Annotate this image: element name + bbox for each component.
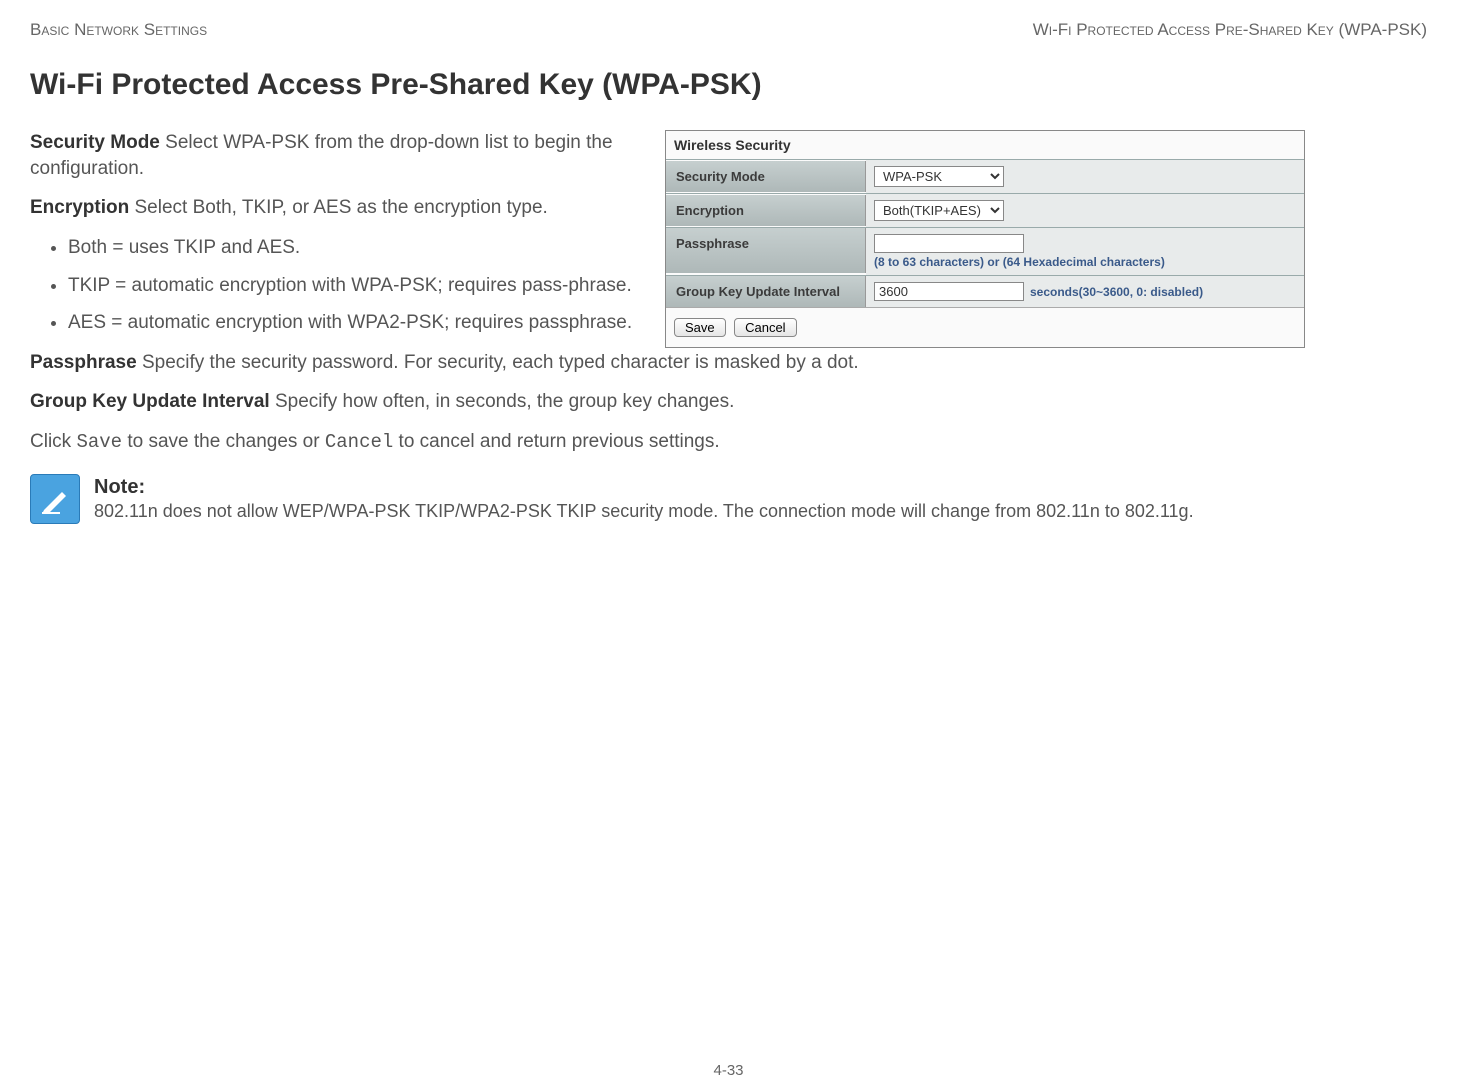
note-label: Note: <box>94 474 1194 500</box>
screenshot-title: Wireless Security <box>666 131 1304 159</box>
click-save-mid: to save the changes or <box>122 431 325 452</box>
encryption-list: Both = uses TKIP and AES. TKIP = automat… <box>68 235 645 336</box>
passphrase-text: Specify the security password. For secur… <box>137 352 859 373</box>
passphrase-para: Passphrase Specify the security password… <box>30 350 1427 376</box>
note-icon <box>30 474 80 524</box>
ss-label-security-mode: Security Mode <box>666 161 866 192</box>
ss-label-group-key: Group Key Update Interval <box>666 276 866 307</box>
wireless-security-screenshot: Wireless Security Security Mode WPA-PSK … <box>665 130 1305 348</box>
group-key-para: Group Key Update Interval Specify how of… <box>30 389 1427 415</box>
ss-row-encryption: Encryption Both(TKIP+AES) <box>666 193 1304 227</box>
encryption-text: Select Both, TKIP, or AES as the encrypt… <box>129 197 548 218</box>
passphrase-label: Passphrase <box>30 352 137 373</box>
passphrase-hint: (8 to 63 characters) or (64 Hexadecimal … <box>874 255 1165 269</box>
list-item: TKIP = automatic encryption with WPA-PSK… <box>68 273 645 299</box>
ss-label-passphrase: Passphrase <box>666 228 866 273</box>
note-content: Note: 802.11n does not allow WEP/WPA-PSK… <box>94 474 1194 523</box>
cancel-button[interactable]: Cancel <box>734 318 796 337</box>
passphrase-input[interactable] <box>874 234 1024 253</box>
page-footer: 4-33 <box>0 1062 1457 1079</box>
page-header: Basic Network Settings Wi-Fi Protected A… <box>30 20 1427 40</box>
group-key-hint: seconds(30~3600, 0: disabled) <box>1030 285 1203 299</box>
click-save-para: Click Save to save the changes or Cancel… <box>30 429 1427 456</box>
group-key-label: Group Key Update Interval <box>30 391 270 412</box>
ss-row-security-mode: Security Mode WPA-PSK <box>666 159 1304 193</box>
group-key-text: Specify how often, in seconds, the group… <box>270 391 735 412</box>
list-item: AES = automatic encryption with WPA2-PSK… <box>68 310 645 336</box>
security-mode-para: Security Mode Select WPA-PSK from the dr… <box>30 130 645 181</box>
ss-row-group-key: Group Key Update Interval seconds(30~360… <box>666 275 1304 307</box>
ss-label-encryption: Encryption <box>666 195 866 226</box>
screenshot-buttons: Save Cancel <box>666 307 1304 347</box>
encryption-select[interactable]: Both(TKIP+AES) <box>874 200 1004 221</box>
list-item: Both = uses TKIP and AES. <box>68 235 645 261</box>
group-key-input[interactable] <box>874 282 1024 301</box>
click-save-pre: Click <box>30 431 76 452</box>
click-save-post: to cancel and return previous settings. <box>393 431 719 452</box>
note-box: Note: 802.11n does not allow WEP/WPA-PSK… <box>30 474 1427 524</box>
ss-row-passphrase: Passphrase (8 to 63 characters) or (64 H… <box>666 227 1304 275</box>
save-button[interactable]: Save <box>674 318 726 337</box>
security-mode-label: Security Mode <box>30 132 160 153</box>
note-text: 802.11n does not allow WEP/WPA-PSK TKIP/… <box>94 501 1194 521</box>
page-title: Wi-Fi Protected Access Pre-Shared Key (W… <box>30 68 1427 102</box>
encryption-para: Encryption Select Both, TKIP, or AES as … <box>30 195 645 221</box>
header-right: Wi-Fi Protected Access Pre-Shared Key (W… <box>1033 20 1427 40</box>
security-mode-select[interactable]: WPA-PSK <box>874 166 1004 187</box>
cancel-mono: Cancel <box>325 431 393 453</box>
encryption-label: Encryption <box>30 197 129 218</box>
header-left: Basic Network Settings <box>30 20 207 40</box>
save-mono: Save <box>76 431 122 453</box>
